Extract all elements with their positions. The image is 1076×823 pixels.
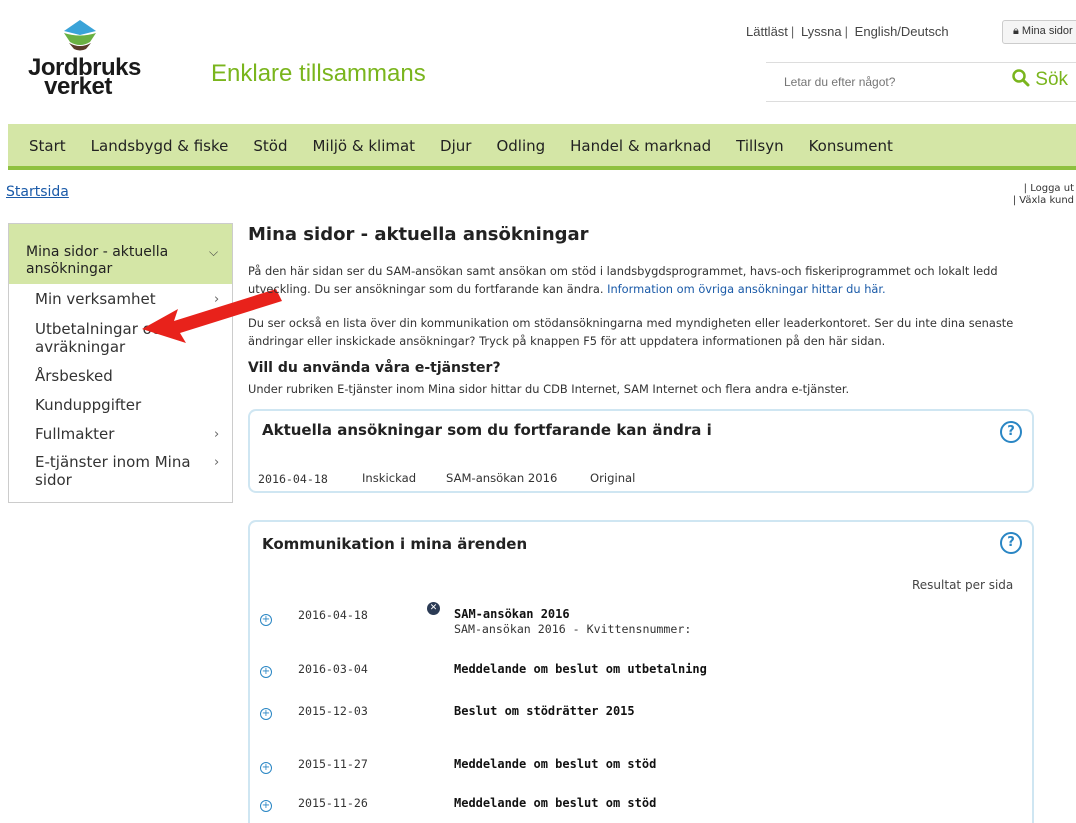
search-button-label: Sök — [1035, 69, 1069, 90]
application-version: Original — [590, 471, 636, 485]
separator: | — [844, 24, 849, 39]
message-date: 2015-11-26 — [298, 796, 368, 810]
intro-paragraph-2: Du ser också en lista över din kommunika… — [248, 316, 1014, 348]
communication-panel-title: Kommunikation i mina ärenden — [262, 535, 528, 553]
chevron-right-icon: › — [214, 427, 220, 442]
logo-text: Jordbruks verket — [28, 56, 141, 99]
page-title: Mina sidor - aktuella ansökningar — [248, 224, 589, 245]
application-name[interactable]: SAM-ansökan 2016 — [446, 471, 557, 485]
help-icon[interactable]: ? — [1000, 421, 1022, 443]
switch-customer-link[interactable]: | Växla kund — [1013, 195, 1074, 207]
applications-panel: Aktuella ansökningar som du fortfarande … — [248, 409, 1034, 493]
logo-mark-icon — [64, 20, 96, 51]
eservices-text: Under rubriken E-tjänster inom Mina sido… — [248, 382, 850, 396]
logo[interactable]: Jordbruks verket — [28, 18, 148, 108]
expand-icon[interactable]: + — [260, 666, 272, 678]
sidebar-item-fullmakter[interactable]: Fullmakter — [35, 425, 210, 443]
message-date: 2015-11-27 — [298, 757, 368, 771]
expand-icon[interactable]: + — [260, 708, 272, 720]
nav-konsument[interactable]: Konsument — [809, 124, 893, 155]
sidebar-item-arsbesked[interactable]: Årsbesked — [35, 367, 210, 385]
sidebar-item-active[interactable]: Mina sidor - aktuella ansökningar ⌵ — [9, 224, 232, 284]
nav-start[interactable]: Start — [29, 124, 66, 155]
sidebar-active-label: Mina sidor - aktuella ansökningar — [26, 244, 169, 277]
sidebar-item-kunduppgifter[interactable]: Kunduppgifter — [35, 396, 210, 414]
message-date: 2016-04-18 — [298, 608, 368, 622]
other-applications-link[interactable]: Information om övriga ansökningar hittar… — [607, 282, 886, 296]
mina-sidor-button[interactable]: 🔒︎ Mina sidor — [1002, 20, 1076, 44]
sidebar: Mina sidor - aktuella ansökningar ⌵ Min … — [8, 223, 233, 503]
message-subject[interactable]: Beslut om stödrätter 2015 — [454, 704, 635, 718]
expand-icon[interactable]: + — [260, 800, 272, 812]
expand-icon[interactable]: + — [260, 614, 272, 626]
help-icon[interactable]: ? — [1000, 532, 1022, 554]
nav-tillsyn[interactable]: Tillsyn — [736, 124, 783, 155]
easy-read-link[interactable]: Lättläst — [746, 24, 788, 39]
separator: | — [790, 24, 795, 39]
expand-icon[interactable]: + — [260, 762, 272, 774]
intro-paragraph-1: På den här sidan ser du SAM-ansökan samt… — [248, 262, 1048, 298]
search-bar: Sök — [766, 62, 1076, 102]
top-links: Lättläst | Lyssna | English/Deutsch — [746, 24, 949, 39]
nav-stod[interactable]: Stöd — [253, 124, 287, 155]
search-icon — [1012, 69, 1030, 87]
chevron-down-icon: ⌵ — [209, 245, 219, 259]
applications-panel-title: Aktuella ansökningar som du fortfarande … — [262, 421, 712, 439]
language-link[interactable]: English/Deutsch — [855, 24, 949, 39]
application-date: 2016-04-18 — [258, 472, 328, 486]
message-date: 2015-12-03 — [298, 704, 368, 718]
logout-link[interactable]: | Logga ut — [1013, 183, 1074, 195]
lock-icon: 🔒︎ — [1013, 25, 1019, 37]
listen-link[interactable]: Lyssna — [801, 24, 842, 39]
message-date: 2016-03-04 — [298, 662, 368, 676]
message-subject[interactable]: SAM-ansökan 2016 — [454, 607, 570, 621]
breadcrumb[interactable]: Startsida — [6, 184, 69, 200]
message-subject[interactable]: Meddelande om beslut om stöd — [454, 757, 656, 771]
application-status: Inskickad — [362, 471, 417, 485]
nav-handel-marknad[interactable]: Handel & marknad — [570, 124, 711, 155]
nav-miljo-klimat[interactable]: Miljö & klimat — [312, 124, 415, 155]
nav-odling[interactable]: Odling — [496, 124, 545, 155]
message-subject[interactable]: Meddelande om beslut om stöd — [454, 796, 656, 810]
sidebar-item-e-tjanster[interactable]: E-tjänster inom Mina sidor — [35, 453, 210, 489]
nav-landsbygd-fiske[interactable]: Landsbygd & fiske — [91, 124, 229, 155]
results-per-page-label: Resultat per sida — [912, 578, 1014, 592]
search-input[interactable] — [784, 75, 984, 89]
search-button[interactable]: Sök — [1012, 69, 1068, 91]
nav-djur[interactable]: Djur — [440, 124, 471, 155]
mina-sidor-label: Mina sidor — [1021, 25, 1073, 37]
message-detail: SAM-ansökan 2016 - Kvittensnummer: — [454, 622, 692, 636]
close-icon[interactable]: ✕ — [427, 602, 440, 615]
message-subject[interactable]: Meddelande om beslut om utbetalning — [454, 662, 707, 676]
chevron-right-icon: › — [214, 455, 220, 470]
eservices-heading: Vill du använda våra e-tjänster? — [248, 360, 501, 376]
main-nav: Start Landsbygd & fiske Stöd Miljö & kli… — [8, 124, 1076, 170]
account-links: | Logga ut | Växla kund — [1013, 183, 1074, 207]
tagline: Enklare tillsammans — [211, 60, 426, 87]
